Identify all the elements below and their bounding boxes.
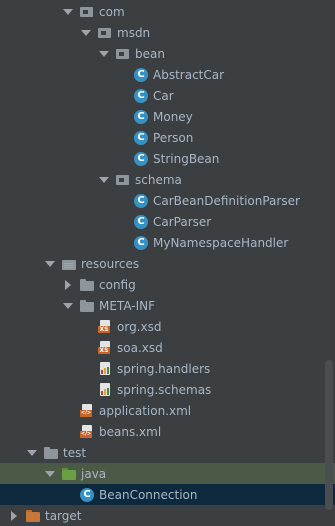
tree-node-money[interactable]: C Money xyxy=(0,106,335,127)
class-icon: C xyxy=(134,130,148,145)
project-tree[interactable]: com msdn bean C AbstractCar C Car C Mone… xyxy=(0,0,335,523)
class-icon: C xyxy=(80,487,94,502)
class-icon: C xyxy=(134,67,148,82)
chevron-down-icon[interactable] xyxy=(26,447,38,459)
node-label: StringBean xyxy=(153,151,220,166)
tree-node-abstract-car[interactable]: C AbstractCar xyxy=(0,64,335,85)
node-label: Person xyxy=(153,130,194,145)
excluded-folder-icon xyxy=(26,509,40,523)
node-label: MyNamespaceHandler xyxy=(153,235,289,250)
tree-node-string-bean[interactable]: C StringBean xyxy=(0,148,335,169)
tree-node-car-parser[interactable]: C CarParser xyxy=(0,211,335,232)
node-label: resources xyxy=(81,256,140,271)
chevron-down-icon[interactable] xyxy=(98,48,110,60)
tree-node-resources[interactable]: resources xyxy=(0,253,335,274)
tree-node-car[interactable]: C Car xyxy=(0,85,335,106)
node-label: schema xyxy=(135,172,182,187)
tree-node-msdn[interactable]: msdn xyxy=(0,22,335,43)
tree-node-car-bean-definition-parser[interactable]: C CarBeanDefinitionParser xyxy=(0,190,335,211)
folder-icon xyxy=(80,278,94,292)
tree-node-meta-inf[interactable]: META-INF xyxy=(0,295,335,316)
tree-node-bean[interactable]: bean xyxy=(0,43,335,64)
node-label: Money xyxy=(153,109,193,124)
resources-folder-icon xyxy=(62,257,76,271)
chevron-down-icon[interactable] xyxy=(98,174,110,186)
class-icon: C xyxy=(134,109,148,124)
properties-file-icon xyxy=(98,361,112,376)
node-label: beans.xml xyxy=(99,424,162,439)
folder-icon xyxy=(44,446,58,460)
node-label: spring.handlers xyxy=(117,361,211,376)
chevron-down-icon[interactable] xyxy=(80,27,92,39)
tree-node-target[interactable]: target xyxy=(0,505,335,526)
node-label: test xyxy=(63,445,87,460)
tree-node-person[interactable]: C Person xyxy=(0,127,335,148)
node-label: META-INF xyxy=(99,298,156,313)
test-source-folder-icon xyxy=(62,467,76,481)
chevron-down-icon[interactable] xyxy=(62,6,74,18)
tree-node-com[interactable]: com xyxy=(0,1,335,22)
class-icon: C xyxy=(134,235,148,250)
chevron-down-icon[interactable] xyxy=(44,258,56,270)
node-label: BeanConnection xyxy=(99,487,198,502)
node-label: AbstractCar xyxy=(153,67,225,82)
node-label: org.xsd xyxy=(117,319,162,334)
xsd-file-icon xyxy=(98,340,112,355)
chevron-right-icon[interactable] xyxy=(8,510,20,522)
tree-node-schema[interactable]: schema xyxy=(0,169,335,190)
package-icon xyxy=(98,26,112,40)
chevron-right-icon[interactable] xyxy=(62,279,74,291)
class-icon: C xyxy=(134,214,148,229)
xsd-file-icon xyxy=(98,319,112,334)
node-label: java xyxy=(81,466,107,481)
tree-node-application-xml[interactable]: application.xml xyxy=(0,400,335,421)
package-icon xyxy=(116,173,130,187)
class-icon: C xyxy=(134,193,148,208)
class-icon: C xyxy=(134,151,148,166)
class-icon: C xyxy=(134,88,148,103)
node-label: com xyxy=(99,4,125,19)
node-label: CarParser xyxy=(153,214,212,229)
node-label: bean xyxy=(135,46,165,61)
properties-file-icon xyxy=(98,382,112,397)
node-label: spring.schemas xyxy=(117,382,212,397)
tree-node-org-xsd[interactable]: org.xsd xyxy=(0,316,335,337)
package-icon xyxy=(116,47,130,61)
folder-icon xyxy=(80,299,94,313)
package-icon xyxy=(80,5,94,19)
tree-node-spring-schemas[interactable]: spring.schemas xyxy=(0,379,335,400)
tree-node-spring-handlers[interactable]: spring.handlers xyxy=(0,358,335,379)
tree-node-beans-xml[interactable]: beans.xml xyxy=(0,421,335,442)
tree-node-bean-connection[interactable]: C BeanConnection xyxy=(0,484,335,505)
node-label: Car xyxy=(153,88,174,103)
vertical-scrollbar[interactable] xyxy=(325,360,333,510)
tree-node-test[interactable]: test xyxy=(0,442,335,463)
xml-file-icon xyxy=(80,403,94,418)
node-label: application.xml xyxy=(99,403,192,418)
node-label: soa.xsd xyxy=(117,340,163,355)
chevron-down-icon[interactable] xyxy=(62,300,74,312)
chevron-down-icon[interactable] xyxy=(44,468,56,480)
node-label: msdn xyxy=(117,25,151,40)
tree-node-my-namespace-handler[interactable]: C MyNamespaceHandler xyxy=(0,232,335,253)
tree-node-config[interactable]: config xyxy=(0,274,335,295)
xml-file-icon xyxy=(80,424,94,439)
node-label: target xyxy=(45,508,82,523)
tree-node-soa-xsd[interactable]: soa.xsd xyxy=(0,337,335,358)
node-label: config xyxy=(99,277,136,292)
tree-node-java[interactable]: java xyxy=(0,463,335,484)
node-label: CarBeanDefinitionParser xyxy=(153,193,300,208)
